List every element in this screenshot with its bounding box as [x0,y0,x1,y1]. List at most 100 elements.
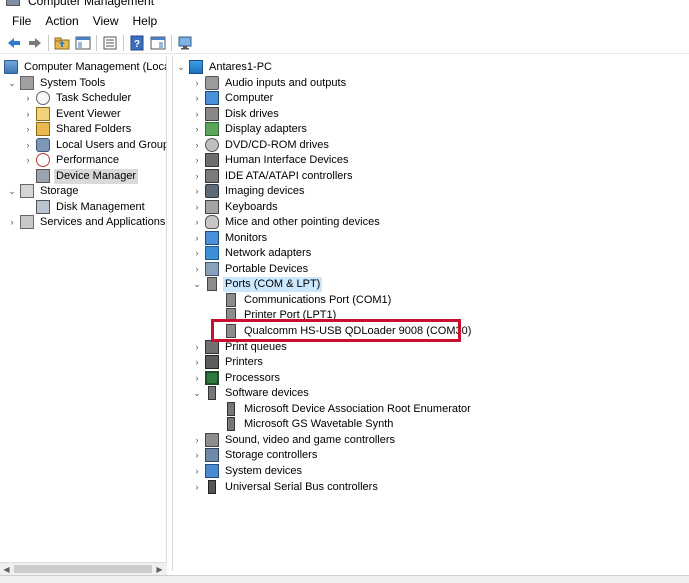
hid-icon [205,153,219,167]
chevron-right-icon[interactable]: › [191,185,203,197]
tree-root-computer-management[interactable]: Computer Management (Local [4,59,166,75]
chevron-right-icon[interactable]: › [22,154,34,166]
chevron-right-icon[interactable]: › [22,139,34,151]
chevron-right-icon[interactable]: › [6,216,18,228]
chevron-right-icon[interactable]: › [22,108,34,120]
chevron-right-icon[interactable]: › [191,372,203,384]
chevron-right-icon[interactable]: › [22,92,34,104]
category-disk-drives[interactable]: › Disk drives [191,106,281,122]
chevron-down-icon[interactable]: ⌄ [6,185,18,197]
category-sound-video-game[interactable]: › Sound, video and game controllers [191,432,397,448]
tree-performance[interactable]: › Performance [22,152,121,168]
tree-task-scheduler[interactable]: › Task Scheduler [22,90,133,106]
toolbar-separator [171,34,172,51]
computer-icon [205,91,219,105]
scroll-right-icon[interactable]: ▶ [153,563,166,575]
category-computer[interactable]: › Computer [191,90,275,106]
chevron-down-icon[interactable]: ⌄ [175,61,187,73]
device-ms-gs-wavetable[interactable]: Microsoft GS Wavetable Synth [224,416,395,432]
chevron-right-icon[interactable]: › [191,449,203,461]
chevron-right-icon[interactable]: › [191,77,203,89]
monitor-icon[interactable] [176,34,194,52]
category-keyboards[interactable]: › Keyboards [191,199,280,215]
network-adapter-icon [205,246,219,260]
computer-management-icon [6,0,20,6]
computer-management-icon [4,60,18,74]
disk-management-icon [36,200,50,214]
chevron-right-icon[interactable]: › [191,216,203,228]
show-tree-icon[interactable] [74,34,92,52]
category-display-adapters[interactable]: › Display adapters [191,121,309,137]
event-viewer-icon [36,107,50,121]
category-software-devices[interactable]: ⌄ Software devices [191,385,311,401]
mouse-icon [205,215,219,229]
menu-file[interactable]: File [6,12,37,30]
clock-icon [36,91,50,105]
category-imaging-devices[interactable]: › Imaging devices [191,183,307,199]
back-icon[interactable] [5,34,23,52]
chevron-right-icon[interactable]: › [191,263,203,275]
chevron-right-icon[interactable]: › [191,434,203,446]
category-printers[interactable]: › Printers [191,354,265,370]
category-portable-devices[interactable]: › Portable Devices [191,261,310,277]
chevron-right-icon[interactable]: › [191,154,203,166]
toolbar-separator [123,34,124,51]
tree-system-tools[interactable]: ⌄ System Tools [6,75,107,91]
chevron-down-icon[interactable]: ⌄ [191,278,203,290]
chevron-right-icon[interactable]: › [191,232,203,244]
chevron-right-icon[interactable]: › [191,123,203,135]
chevron-right-icon[interactable]: › [22,123,34,135]
device-root[interactable]: ⌄ Antares1-PC [175,59,274,75]
tree-shared-folders[interactable]: › Shared Folders [22,121,133,137]
chevron-right-icon[interactable]: › [191,92,203,104]
chevron-right-icon[interactable]: › [191,139,203,151]
usb-icon [208,480,216,494]
scroll-thumb[interactable] [14,565,152,573]
tree-event-viewer[interactable]: › Event Viewer [22,106,123,122]
category-ports[interactable]: ⌄ Ports (COM & LPT) [191,276,323,292]
chevron-right-icon[interactable]: › [191,341,203,353]
category-ide-controllers[interactable]: › IDE ATA/ATAPI controllers [191,168,355,184]
tree-local-users-groups[interactable]: › Local Users and Groups [22,137,166,153]
forward-icon[interactable] [26,34,44,52]
category-system-devices[interactable]: › System devices [191,463,304,479]
software-device-icon [227,402,235,416]
chevron-right-icon[interactable]: › [191,108,203,120]
scroll-left-icon[interactable]: ◀ [0,563,13,575]
tree-disk-management[interactable]: Disk Management [36,199,147,215]
category-mice[interactable]: › Mice and other pointing devices [191,214,382,230]
category-audio[interactable]: › Audio inputs and outputs [191,75,348,91]
category-dvd-drives[interactable]: › DVD/CD-ROM drives [191,137,331,153]
category-hid[interactable]: › Human Interface Devices [191,152,351,168]
computer-icon [189,60,203,74]
tree-device-manager[interactable]: Device Manager [36,168,139,184]
printer-icon [205,355,219,369]
help-icon[interactable]: ? [128,34,146,52]
chevron-right-icon[interactable]: › [191,170,203,182]
properties-icon[interactable] [101,34,119,52]
menu-action[interactable]: Action [39,12,84,30]
category-monitors[interactable]: › Monitors [191,230,269,246]
show-action-pane-icon[interactable] [149,34,167,52]
category-storage-controllers[interactable]: › Storage controllers [191,447,319,463]
category-network-adapters[interactable]: › Network adapters [191,245,313,261]
chevron-right-icon[interactable]: › [191,201,203,213]
tree-services-applications[interactable]: › Services and Applications [6,214,166,230]
chevron-right-icon[interactable]: › [191,247,203,259]
chevron-right-icon[interactable]: › [191,481,203,493]
chevron-down-icon[interactable]: ⌄ [191,387,203,399]
menu-view[interactable]: View [87,12,125,30]
device-com1[interactable]: Communications Port (COM1) [224,292,393,308]
chevron-right-icon[interactable]: › [191,465,203,477]
category-usb-controllers[interactable]: › Universal Serial Bus controllers [191,479,380,495]
chevron-down-icon[interactable]: ⌄ [6,77,18,89]
status-bar [0,575,689,583]
left-pane-horizontal-scrollbar[interactable]: ◀ ▶ [0,562,167,575]
up-folder-icon[interactable] [53,34,71,52]
device-ms-assoc-root-enum[interactable]: Microsoft Device Association Root Enumer… [224,401,473,417]
menu-help[interactable]: Help [127,12,164,30]
system-device-icon [205,464,219,478]
tree-storage[interactable]: ⌄ Storage [6,183,81,199]
chevron-right-icon[interactable]: › [191,356,203,368]
category-processors[interactable]: › Processors [191,370,282,386]
